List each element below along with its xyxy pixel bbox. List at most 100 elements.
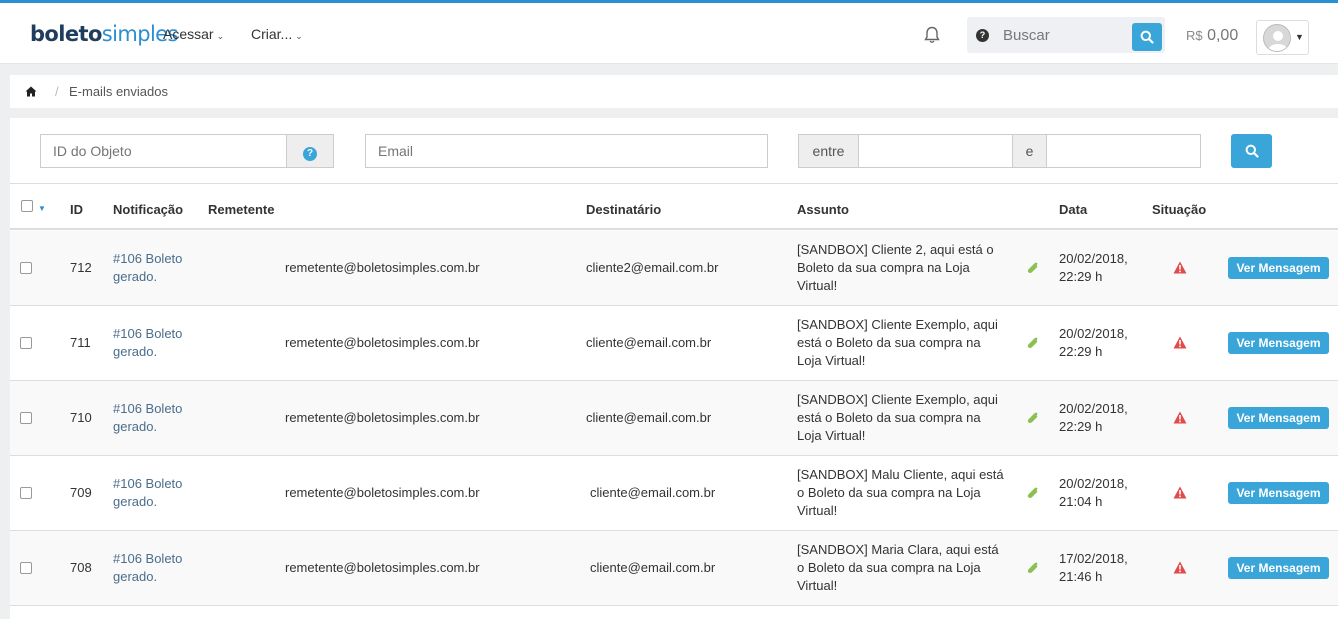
row-recipient: cliente@email.com.br <box>586 335 712 350</box>
date-line: 22:29 h <box>1059 419 1103 434</box>
breadcrumb: / E-mails enviados <box>10 75 1338 108</box>
notification-line: gerado. <box>113 494 158 509</box>
paperclip-icon <box>1027 337 1038 348</box>
header-recipient[interactable]: Destinatário <box>586 202 661 217</box>
home-icon[interactable] <box>25 86 37 97</box>
header-id[interactable]: ID <box>70 202 83 217</box>
date-line: 22:29 h <box>1059 269 1103 284</box>
menu-acessar-label: Acessar <box>163 26 214 42</box>
row-sender: remetente@boletosimples.com.br <box>285 410 480 425</box>
date-from-input[interactable] <box>858 134 1013 168</box>
header-status[interactable]: Situação <box>1152 202 1206 217</box>
search-button[interactable] <box>1132 23 1162 51</box>
row-checkbox[interactable] <box>20 262 32 274</box>
header-date[interactable]: Data <box>1059 202 1087 217</box>
subject-line: está o Boleto da sua compra na <box>797 410 981 425</box>
balance-value: 0,00 <box>1207 27 1239 44</box>
logo-bold-text: boleto <box>30 22 102 46</box>
question-circle-icon[interactable]: ? <box>976 29 989 42</box>
row-id: 712 <box>70 260 92 275</box>
search-input[interactable] <box>997 17 1129 53</box>
row-subject: [SANDBOX] Cliente Exemplo, aqui está o Bo… <box>797 316 998 370</box>
breadcrumb-separator: / <box>55 84 59 99</box>
balance-currency: R$ <box>1186 28 1203 43</box>
row-notification-link[interactable]: #106 Boleto gerado. <box>113 325 182 361</box>
filter-search-button[interactable] <box>1231 134 1272 168</box>
bell-icon[interactable] <box>922 25 942 45</box>
subject-line: [SANDBOX] Cliente Exemplo, aqui <box>797 317 998 332</box>
subject-line: [SANDBOX] Malu Cliente, aqui está <box>797 467 1004 482</box>
subject-line: Loja Virtual! <box>797 353 866 368</box>
table-row: 712 #106 Boleto gerado. remetente@boletosim… <box>10 231 1338 306</box>
notification-line: #106 Boleto <box>113 476 183 491</box>
row-subject: [SANDBOX] Maria Clara, aqui está o Boleto… <box>797 541 999 595</box>
subject-line: Virtual! <box>797 578 838 593</box>
row-id: 710 <box>70 410 92 425</box>
notification-line: #106 Boleto <box>113 251 183 266</box>
row-sender: remetente@boletosimples.com.br <box>285 260 480 275</box>
navbar: boletosimples Acessar⌄ Criar...⌄ ? R$ 0,… <box>0 3 1338 64</box>
row-sender: remetente@boletosimples.com.br <box>285 560 480 575</box>
search-icon <box>1245 144 1259 158</box>
date-to-input[interactable] <box>1046 134 1201 168</box>
warning-icon <box>1173 411 1187 424</box>
row-sender: remetente@boletosimples.com.br <box>285 485 480 500</box>
row-checkbox[interactable] <box>20 337 32 349</box>
subject-line: Boleto da sua compra na Loja <box>797 260 970 275</box>
paperclip-icon <box>1027 262 1038 273</box>
view-message-button[interactable]: Ver Mensagem <box>1228 557 1329 579</box>
warning-icon <box>1173 486 1187 499</box>
header-sender[interactable]: Remetente <box>208 202 274 217</box>
row-date: 20/02/2018, 21:04 h <box>1059 475 1128 511</box>
header-subject[interactable]: Assunto <box>797 202 849 217</box>
menu-acessar[interactable]: Acessar ⌄ <box>163 26 224 42</box>
subject-line: [SANDBOX] Maria Clara, aqui está <box>797 542 999 557</box>
user-menu[interactable]: ▼ <box>1256 20 1309 55</box>
table-row: 711 #106 Boleto gerado. remetente@boletosim… <box>10 306 1338 381</box>
email-input[interactable] <box>365 134 768 168</box>
date-line: 21:46 h <box>1059 569 1103 584</box>
paperclip-icon <box>1027 562 1038 573</box>
row-notification-link[interactable]: #106 Boleto gerado. <box>113 400 182 436</box>
row-checkbox[interactable] <box>20 487 32 499</box>
table-row: 709 #106 Boleto gerado. remetente@boletosim… <box>10 456 1338 531</box>
row-notification-link[interactable]: #106 Boleto gerado. <box>113 550 182 586</box>
row-checkbox[interactable] <box>20 562 32 574</box>
chevron-down-icon: ⌄ <box>295 31 303 41</box>
row-subject: [SANDBOX] Malu Cliente, aqui está o Bolet… <box>797 466 1004 520</box>
logo[interactable]: boletosimples <box>30 22 178 46</box>
view-message-button[interactable]: Ver Mensagem <box>1228 407 1329 429</box>
header-notification[interactable]: Notificação <box>113 202 183 217</box>
row-notification-link[interactable]: #106 Boleto gerado. <box>113 475 182 511</box>
menu-criar-label: Criar... <box>251 26 293 42</box>
chevron-down-icon: ⌄ <box>216 31 225 41</box>
subject-line: Virtual! <box>797 278 838 293</box>
notification-line: gerado. <box>113 269 158 284</box>
row-checkbox[interactable] <box>20 412 32 424</box>
row-date: 20/02/2018, 22:29 h <box>1059 400 1128 436</box>
notification-line: #106 Boleto <box>113 401 183 416</box>
account-balance[interactable]: R$ 0,00 <box>1186 27 1238 45</box>
object-id-input[interactable] <box>40 134 287 168</box>
user-avatar-icon <box>1263 24 1291 52</box>
caret-down-icon[interactable]: ▼ <box>38 204 46 213</box>
view-message-button[interactable]: Ver Mensagem <box>1228 332 1329 354</box>
row-recipient: cliente@email.com.br <box>590 485 716 500</box>
row-subject: [SANDBOX] Cliente 2, aqui está o Boleto d… <box>797 241 994 295</box>
table-header: ▼ ID Notificação Remetente Destinatário … <box>10 184 1338 230</box>
view-message-button[interactable]: Ver Mensagem <box>1228 257 1329 279</box>
subject-line: Virtual! <box>797 503 838 518</box>
select-all-checkbox[interactable] <box>21 200 33 212</box>
question-circle-icon: ? <box>303 147 317 161</box>
row-recipient: cliente@email.com.br <box>586 410 712 425</box>
date-line: 21:04 h <box>1059 494 1103 509</box>
view-message-button[interactable]: Ver Mensagem <box>1228 482 1329 504</box>
subject-line: o Boleto da sua compra na Loja <box>797 485 981 500</box>
row-notification-link[interactable]: #106 Boleto gerado. <box>113 250 182 286</box>
object-id-help[interactable]: ? <box>286 134 334 168</box>
row-sender: remetente@boletosimples.com.br <box>285 335 480 350</box>
paperclip-icon <box>1027 412 1038 423</box>
menu-criar[interactable]: Criar... ⌄ <box>251 26 303 42</box>
row-id: 709 <box>70 485 92 500</box>
warning-icon <box>1173 261 1187 274</box>
